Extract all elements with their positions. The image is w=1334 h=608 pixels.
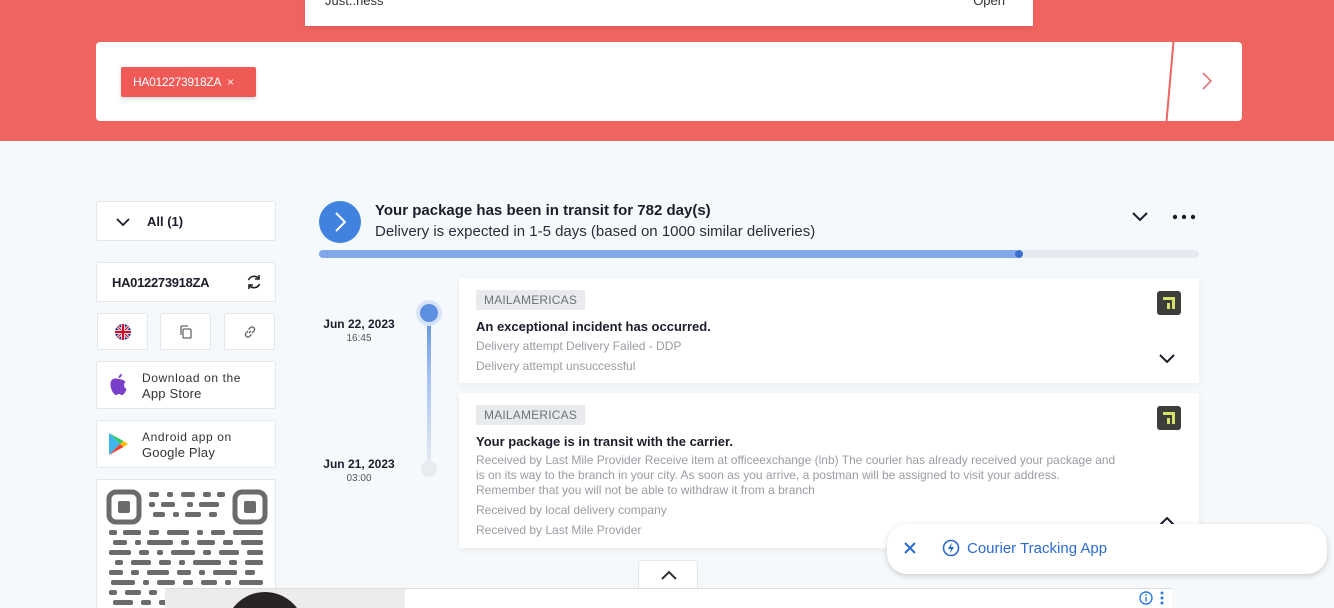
event-time: 16:45 — [346, 333, 372, 344]
scroll-up-tab[interactable] — [638, 560, 698, 588]
ad-banner[interactable] — [165, 588, 1172, 608]
progress-fill — [319, 250, 1019, 258]
carrier-logo-icon — [1157, 291, 1181, 315]
chevron-right-icon — [1202, 72, 1213, 90]
uk-flag-icon — [115, 324, 131, 340]
app-store-button[interactable]: Download on the App Store — [96, 361, 276, 409]
carrier-logo-icon — [1157, 406, 1181, 430]
tracking-number-tag[interactable]: HA012273918ZA × — [121, 67, 256, 97]
google-play-icon — [109, 433, 128, 455]
filter-all-label: All (1) — [147, 214, 184, 229]
search-divider — [1165, 42, 1175, 121]
ad-image — [165, 589, 405, 608]
tag-label: HA012273918ZA — [133, 75, 222, 89]
event-detail: Received by local delivery company — [476, 503, 667, 517]
event-title: Your package is in transit with the carr… — [476, 434, 733, 449]
apple-icon — [110, 374, 127, 395]
event-title: An exceptional incident has occurred. — [476, 319, 711, 334]
google-play-button[interactable]: Android app on Google Play — [96, 420, 276, 468]
event-detail: Delivery attempt Delivery Failed - DDP — [476, 339, 682, 353]
event-detail: Delivery attempt unsuccessful — [476, 359, 636, 373]
refresh-icon[interactable] — [245, 273, 263, 291]
event-date: Jun 22, 2023 — [323, 317, 395, 331]
app-store-line1: Download on the — [142, 371, 242, 385]
dropdown-open-label[interactable]: Open — [973, 0, 1005, 8]
timeline-dot-past — [421, 461, 437, 477]
dropdown-option-label: Just..ness — [325, 0, 384, 8]
app-store-line2: App Store — [142, 386, 202, 401]
tracking-search-box[interactable]: HA012273918ZA × — [96, 42, 1242, 121]
tracking-number-item[interactable]: HA012273918ZA — [96, 262, 276, 302]
copy-icon — [180, 325, 192, 339]
progress-knob — [1014, 250, 1023, 258]
more-options-icon[interactable] — [1172, 214, 1196, 220]
timeline-dot-current — [420, 304, 438, 322]
share-link-button[interactable] — [224, 313, 275, 350]
google-play-line2: Google Play — [142, 445, 216, 460]
carrier-dropdown[interactable]: Just..ness Open — [305, 0, 1033, 26]
chevron-down-icon[interactable] — [1158, 352, 1176, 366]
timeline-line — [427, 314, 431, 470]
link-icon — [244, 326, 256, 338]
bolt-icon — [942, 539, 960, 557]
carrier-badge: MAILAMERICAS — [476, 405, 586, 425]
close-icon[interactable] — [903, 541, 917, 555]
copy-button[interactable] — [160, 313, 211, 350]
chevron-right-icon — [335, 212, 347, 232]
event-detail: Received by Last Mile Provider Receive i… — [476, 453, 1116, 497]
app-promo-toast[interactable]: Courier Tracking App — [887, 524, 1327, 574]
chevron-down-icon — [116, 218, 130, 227]
event-date: Jun 21, 2023 — [323, 457, 395, 471]
event-time: 03:00 — [346, 473, 372, 484]
status-subtitle: Delivery is expected in 1-5 days (based … — [375, 223, 816, 240]
tracking-event-card[interactable]: MAILAMERICAS An exceptional incident has… — [459, 278, 1199, 383]
toast-label[interactable]: Courier Tracking App — [967, 540, 1107, 557]
chevron-down-icon[interactable] — [1131, 209, 1149, 225]
tag-remove-icon[interactable]: × — [227, 75, 234, 89]
info-icon[interactable] — [1139, 591, 1153, 605]
search-submit-button[interactable] — [1196, 66, 1220, 96]
filter-all-dropdown[interactable]: All (1) — [96, 201, 276, 241]
status-expand-button[interactable] — [319, 201, 361, 243]
google-play-line1: Android app on — [142, 430, 232, 444]
chevron-up-icon — [661, 570, 677, 580]
delivery-progress-bar — [319, 250, 1199, 258]
tracking-number-label: HA012273918ZA — [112, 275, 210, 290]
status-title: Your package has been in transit for 782… — [375, 202, 711, 219]
kebab-menu-icon[interactable] — [1159, 591, 1165, 605]
carrier-badge: MAILAMERICAS — [476, 290, 586, 310]
language-button[interactable] — [97, 313, 148, 350]
